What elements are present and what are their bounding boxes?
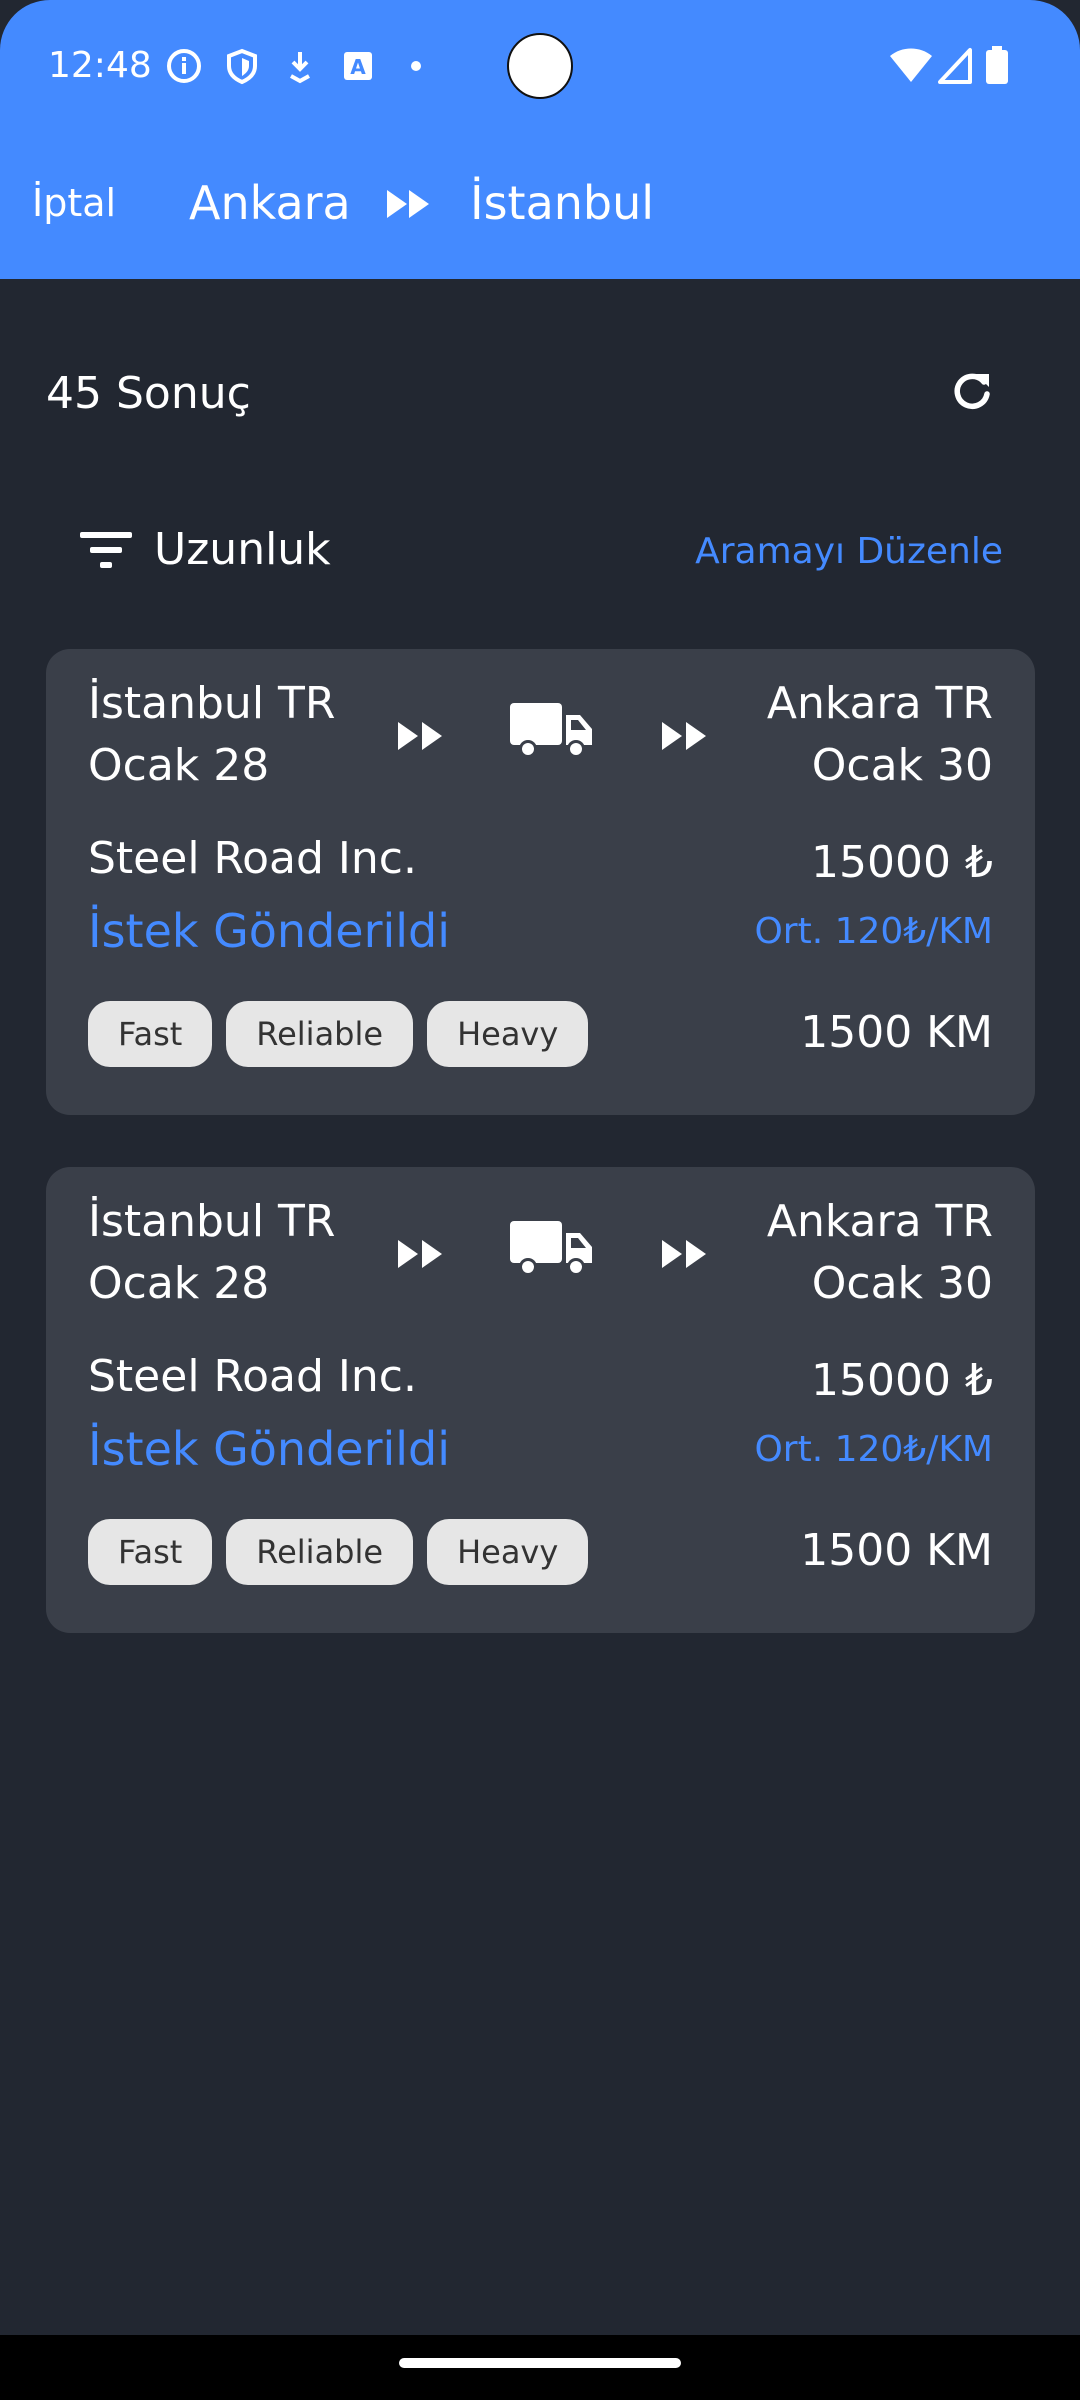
toolbar: İptal Ankara İstanbul [0, 150, 1080, 260]
origin-city: İstanbul TR [88, 678, 336, 729]
company-name: Steel Road Inc. [88, 833, 417, 884]
fast-forward-icon [662, 722, 706, 750]
origin-date: Ocak 28 [88, 1258, 270, 1309]
avg-price: Ort. 120₺/KM [754, 911, 993, 952]
price: 15000 ₺ [811, 1355, 993, 1406]
battery-icon [986, 46, 1008, 84]
tag-chip: Fast [88, 1519, 213, 1585]
camera-cutout [507, 33, 573, 99]
route-destination: İstanbul [470, 176, 655, 230]
tag-chip: Fast [88, 1001, 213, 1067]
app-header: 12:48 A İptal Ankara İstanbul [0, 0, 1080, 279]
destination-block: Ankara TR Ocak 30 [767, 673, 993, 797]
tag-list: Fast Reliable Heavy [88, 1519, 589, 1585]
fast-forward-icon [398, 1240, 442, 1268]
status-time: 12:48 [48, 45, 152, 86]
fast-forward-icon [387, 190, 429, 218]
origin-block: İstanbul TR Ocak 28 [88, 1191, 335, 1315]
screen: 12:48 A İptal Ankara İstanbul 45 Sonuç U… [0, 0, 1080, 2400]
tag-list: Fast Reliable Heavy [88, 1001, 589, 1067]
fast-forward-icon [398, 722, 442, 750]
dot-icon [411, 61, 421, 71]
origin-block: İstanbul TR Ocak 28 [88, 673, 335, 797]
sort-icon[interactable] [80, 530, 134, 570]
destination-date: Ocak 30 [811, 740, 993, 791]
tag-chip: Reliable [226, 1519, 414, 1585]
destination-date: Ocak 30 [811, 1258, 993, 1309]
tag-chip: Heavy [427, 1001, 589, 1067]
tag-chip: Reliable [226, 1001, 414, 1067]
company-name: Steel Road Inc. [88, 1351, 417, 1402]
request-status: İstek Gönderildi [88, 904, 451, 958]
truck-icon [510, 1221, 592, 1276]
svg-text:A: A [350, 55, 366, 79]
truck-icon [510, 703, 592, 758]
destination-block: Ankara TR Ocak 30 [767, 1191, 993, 1315]
shield-icon [227, 48, 257, 85]
origin-city: İstanbul TR [88, 1196, 336, 1247]
fast-forward-icon [662, 1240, 706, 1268]
price: 15000 ₺ [811, 837, 993, 888]
origin-date: Ocak 28 [88, 740, 270, 791]
load-card[interactable]: İstanbul TR Ocak 28 Ankara TR Ocak 30 St… [46, 649, 1035, 1115]
cancel-button[interactable]: İptal [32, 178, 116, 228]
info-icon [167, 49, 201, 83]
translate-icon: A [344, 52, 372, 80]
distance: 1500 KM [800, 1007, 993, 1058]
home-gesture-handle[interactable] [399, 2358, 681, 2368]
refresh-icon[interactable] [944, 364, 1000, 420]
wifi-icon [890, 48, 932, 82]
result-count: 45 Sonuç [46, 368, 251, 419]
status-bar: 12:48 A [0, 0, 1080, 134]
destination-city: Ankara TR [766, 678, 993, 729]
tag-chip: Heavy [427, 1519, 589, 1585]
signal-icon [938, 48, 972, 84]
sort-label[interactable]: Uzunluk [154, 522, 331, 578]
navigation-bar [0, 2335, 1080, 2400]
load-card[interactable]: İstanbul TR Ocak 28 Ankara TR Ocak 30 St… [46, 1167, 1035, 1633]
destination-city: Ankara TR [766, 1196, 993, 1247]
edit-search-button[interactable]: Aramayı Düzenle [695, 528, 1003, 576]
download-icon [290, 52, 310, 84]
avg-price: Ort. 120₺/KM [754, 1429, 993, 1470]
route-origin: Ankara [189, 176, 351, 230]
distance: 1500 KM [800, 1525, 993, 1576]
request-status: İstek Gönderildi [88, 1422, 451, 1476]
